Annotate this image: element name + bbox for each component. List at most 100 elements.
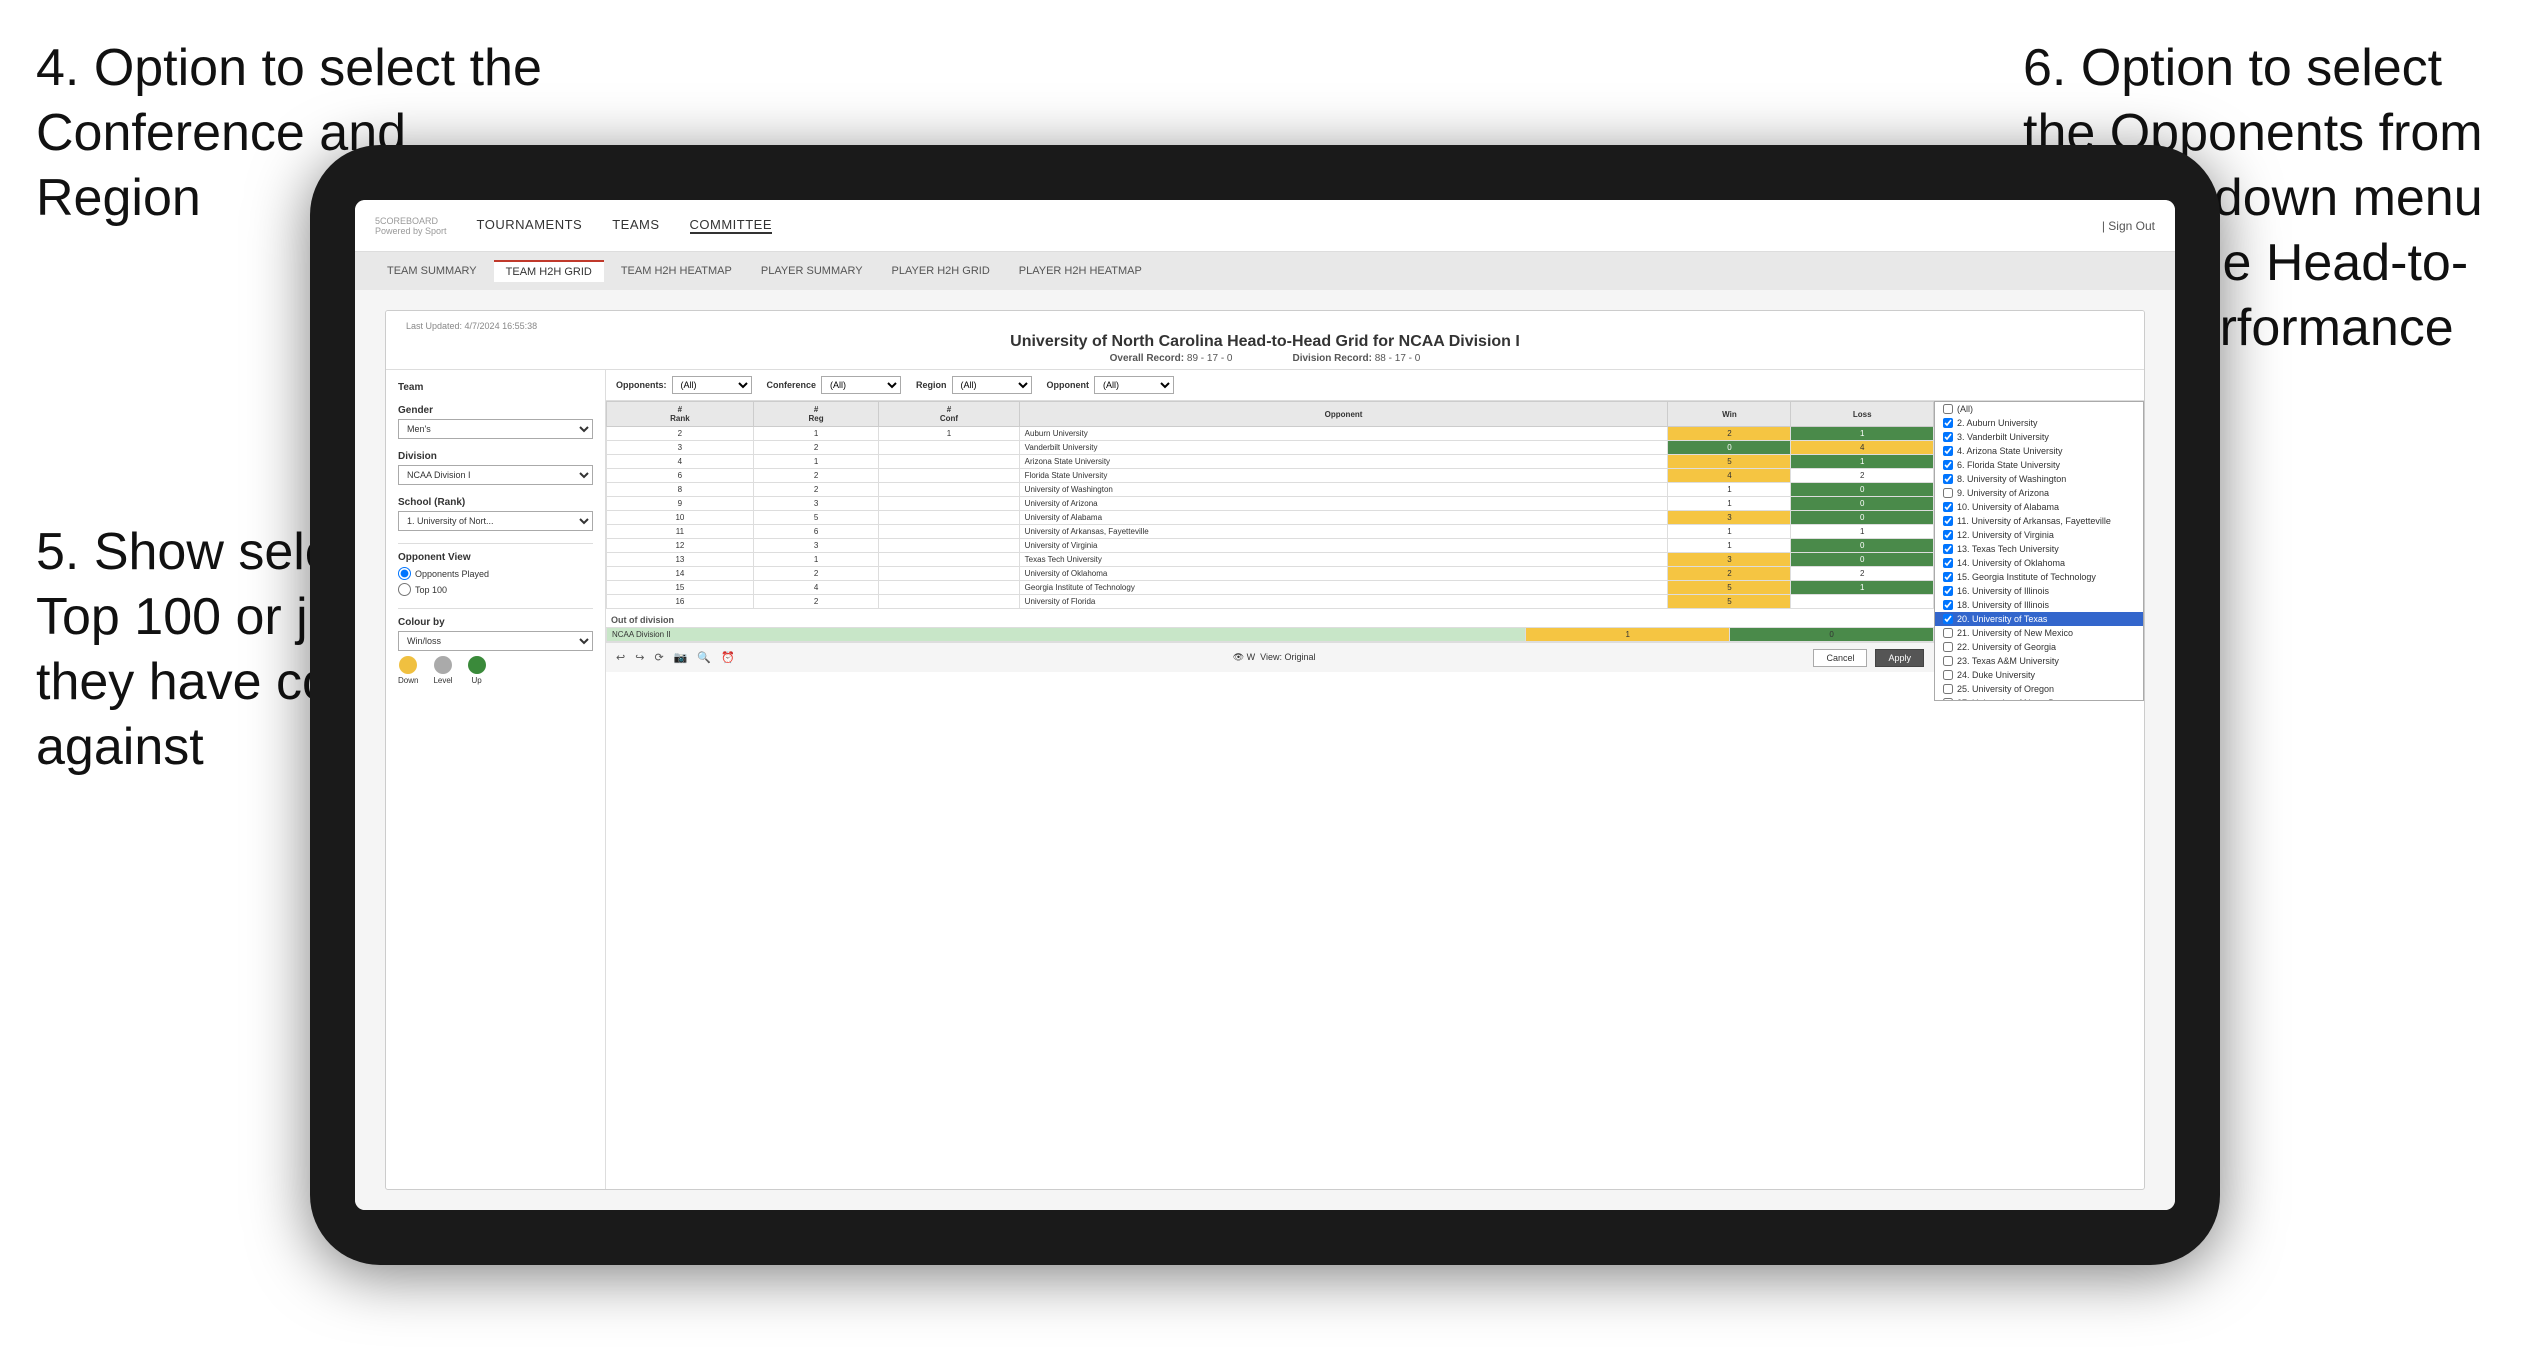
td-loss: 0 bbox=[1791, 553, 1934, 567]
ood-win: 1 bbox=[1526, 628, 1730, 642]
td-reg: 4 bbox=[753, 581, 879, 595]
refresh-icon[interactable]: ⟳ bbox=[654, 651, 663, 664]
nav-sign-out[interactable]: | Sign Out bbox=[2102, 219, 2155, 233]
gender-select[interactable]: Men's bbox=[398, 419, 593, 439]
sidebar-gender-label: Gender bbox=[398, 405, 593, 416]
opponent-dropdown-item[interactable]: 24. Duke University bbox=[1935, 668, 2143, 682]
filter-opponent: Opponent (All) bbox=[1047, 376, 1175, 394]
conference-filter-select[interactable]: (All) bbox=[821, 376, 901, 394]
camera-icon[interactable]: 📷 bbox=[674, 651, 688, 664]
table-row: 15 4 Georgia Institute of Technology 5 1 bbox=[607, 581, 1934, 595]
subnav-player-summary[interactable]: PLAYER SUMMARY bbox=[749, 261, 875, 281]
opponent-dropdown-item[interactable]: 21. University of New Mexico bbox=[1935, 626, 2143, 640]
subnav-player-h2h-heatmap[interactable]: PLAYER H2H HEATMAP bbox=[1007, 261, 1154, 281]
td-win: 5 bbox=[1668, 581, 1791, 595]
colour-by-label: Colour by bbox=[398, 617, 593, 628]
opponent-dropdown-item[interactable]: 13. Texas Tech University bbox=[1935, 542, 2143, 556]
opponent-dropdown-item[interactable]: 8. University of Washington bbox=[1935, 472, 2143, 486]
td-reg: 2 bbox=[753, 469, 879, 483]
redo-icon[interactable]: ↪ bbox=[635, 651, 644, 664]
td-conf bbox=[879, 553, 1019, 567]
td-loss: 0 bbox=[1791, 511, 1934, 525]
cancel-button[interactable]: Cancel bbox=[1813, 649, 1867, 667]
school-select[interactable]: 1. University of Nort... bbox=[398, 511, 593, 531]
td-rank: 9 bbox=[607, 497, 754, 511]
subnav-team-summary[interactable]: TEAM SUMMARY bbox=[375, 261, 489, 281]
td-conf bbox=[879, 581, 1019, 595]
opponent-filter-select[interactable]: (All) bbox=[1094, 376, 1174, 394]
td-opponent: Georgia Institute of Technology bbox=[1019, 581, 1668, 595]
clock-icon[interactable]: ⏰ bbox=[721, 651, 735, 664]
sidebar-gender-section: Gender Men's bbox=[398, 405, 593, 439]
td-reg: 6 bbox=[753, 525, 879, 539]
sidebar-divider-2 bbox=[398, 608, 593, 609]
opponents-dropdown[interactable]: (All)2. Auburn University3. Vanderbilt U… bbox=[1934, 401, 2144, 701]
zoom-icon[interactable]: 🔍 bbox=[697, 651, 711, 664]
division-select[interactable]: NCAA Division I bbox=[398, 465, 593, 485]
opponent-dropdown-item[interactable]: 18. University of Illinois bbox=[1935, 598, 2143, 612]
region-filter-select[interactable]: (All) bbox=[952, 376, 1032, 394]
panel: Last Updated: 4/7/2024 16:55:38 Universi… bbox=[385, 310, 2145, 1190]
subnav-player-h2h-grid[interactable]: PLAYER H2H GRID bbox=[880, 261, 1002, 281]
opponent-dropdown-item[interactable]: 12. University of Virginia bbox=[1935, 528, 2143, 542]
table-row: 10 5 University of Alabama 3 0 bbox=[607, 511, 1934, 525]
radio-opponents-played[interactable]: Opponents Played bbox=[398, 567, 593, 580]
opponent-dropdown-item[interactable]: 2. Auburn University bbox=[1935, 416, 2143, 430]
table-row: 3 2 Vanderbilt University 0 4 bbox=[607, 441, 1934, 455]
opponent-dropdown-item[interactable]: 4. Arizona State University bbox=[1935, 444, 2143, 458]
table-row: 8 2 University of Washington 1 0 bbox=[607, 483, 1934, 497]
sidebar-team-label: Team bbox=[398, 382, 593, 393]
nav-committee[interactable]: COMMITTEE bbox=[690, 217, 773, 234]
opponent-dropdown-item[interactable]: 10. University of Alabama bbox=[1935, 500, 2143, 514]
th-win: Win bbox=[1668, 402, 1791, 427]
opponent-dropdown-item[interactable]: (All) bbox=[1935, 402, 2143, 416]
opponents-filter-select[interactable]: (All) bbox=[672, 376, 752, 394]
td-rank: 10 bbox=[607, 511, 754, 525]
subnav-h2h-grid[interactable]: TEAM H2H GRID bbox=[494, 260, 604, 282]
opponent-dropdown-item[interactable]: 16. University of Illinois bbox=[1935, 584, 2143, 598]
td-opponent: Florida State University bbox=[1019, 469, 1668, 483]
nav-teams[interactable]: TEAMS bbox=[612, 217, 659, 234]
apply-button[interactable]: Apply bbox=[1875, 649, 1924, 667]
opponent-dropdown-item[interactable]: 6. Florida State University bbox=[1935, 458, 2143, 472]
opponent-dropdown-item[interactable]: 23. Texas A&M University bbox=[1935, 654, 2143, 668]
td-rank: 2 bbox=[607, 427, 754, 441]
table-row: 12 3 University of Virginia 1 0 bbox=[607, 539, 1934, 553]
tablet-screen: 5COREBOARD Powered by Sport TOURNAMENTS … bbox=[355, 200, 2175, 1210]
td-loss: 1 bbox=[1791, 525, 1934, 539]
panel-meta: Last Updated: 4/7/2024 16:55:38 bbox=[406, 321, 2124, 331]
sidebar-school-section: School (Rank) 1. University of Nort... bbox=[398, 497, 593, 531]
panel-body: Team Gender Men's Division NCAA Division bbox=[386, 370, 2144, 1189]
opponent-dropdown-item[interactable]: 15. Georgia Institute of Technology bbox=[1935, 570, 2143, 584]
nav-logo: 5COREBOARD Powered by Sport bbox=[375, 216, 447, 236]
opponent-dropdown-item[interactable]: 11. University of Arkansas, Fayetteville bbox=[1935, 514, 2143, 528]
td-reg: 1 bbox=[753, 553, 879, 567]
table-area: #Rank #Reg #Conf Opponent Win Loss bbox=[606, 401, 1934, 1189]
opponent-dropdown-item[interactable]: 27. University of Notre Dame bbox=[1935, 696, 2143, 701]
subnav-h2h-heatmap[interactable]: TEAM H2H HEATMAP bbox=[609, 261, 744, 281]
td-loss: 0 bbox=[1791, 497, 1934, 511]
opponent-dropdown-item[interactable]: 25. University of Oregon bbox=[1935, 682, 2143, 696]
opponent-dropdown-item[interactable]: 22. University of Georgia bbox=[1935, 640, 2143, 654]
colour-by-select[interactable]: Win/loss bbox=[398, 631, 593, 651]
data-table: #Rank #Reg #Conf Opponent Win Loss bbox=[606, 401, 1934, 609]
opponent-dropdown-item[interactable]: 3. Vanderbilt University bbox=[1935, 430, 2143, 444]
undo-icon[interactable]: ↩ bbox=[616, 651, 625, 664]
opponent-dropdown-item[interactable]: 9. University of Arizona bbox=[1935, 486, 2143, 500]
td-opponent: University of Oklahoma bbox=[1019, 567, 1668, 581]
td-reg: 2 bbox=[753, 483, 879, 497]
td-win: 1 bbox=[1668, 497, 1791, 511]
opponent-dropdown-item[interactable]: 14. University of Oklahoma bbox=[1935, 556, 2143, 570]
td-opponent: Vanderbilt University bbox=[1019, 441, 1668, 455]
table-row: 14 2 University of Oklahoma 2 2 bbox=[607, 567, 1934, 581]
table-row: 16 2 University of Florida 5 bbox=[607, 595, 1934, 609]
nav-tournaments[interactable]: TOURNAMENTS bbox=[477, 217, 583, 234]
td-loss: 1 bbox=[1791, 427, 1934, 441]
td-opponent: Auburn University bbox=[1019, 427, 1668, 441]
radio-top100[interactable]: Top 100 bbox=[398, 583, 593, 596]
td-win: 3 bbox=[1668, 553, 1791, 567]
td-conf bbox=[879, 483, 1019, 497]
td-opponent: University of Alabama bbox=[1019, 511, 1668, 525]
opponent-dropdown-item[interactable]: 20. University of Texas bbox=[1935, 612, 2143, 626]
td-rank: 13 bbox=[607, 553, 754, 567]
